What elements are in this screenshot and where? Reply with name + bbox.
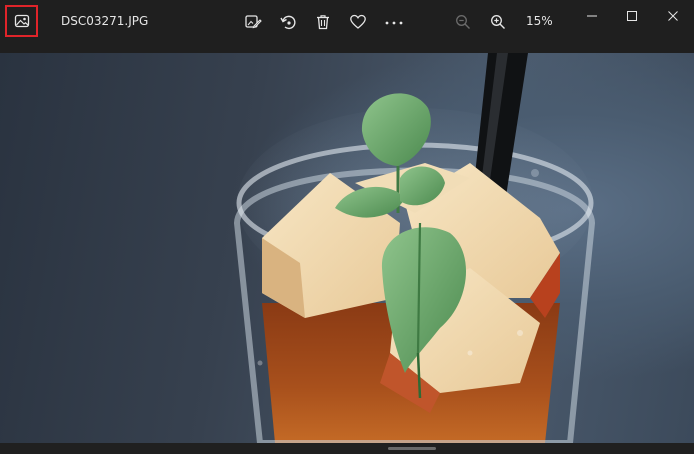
- maximize-icon: [627, 11, 637, 21]
- edit-image-icon: [245, 15, 262, 29]
- horizontal-scroll-thumb[interactable]: [388, 447, 436, 450]
- favorite-button[interactable]: [344, 8, 372, 36]
- more-options-button[interactable]: [380, 8, 408, 36]
- file-name: DSC03271.JPG: [61, 14, 149, 28]
- delete-button[interactable]: [309, 8, 337, 36]
- close-icon: [668, 11, 678, 21]
- minimize-icon: [587, 15, 597, 17]
- edit-image-button[interactable]: [239, 8, 267, 36]
- title-bar: DSC03271.JPG 15%: [0, 0, 694, 44]
- rotate-icon: [280, 15, 296, 30]
- photos-app-button[interactable]: [5, 5, 38, 37]
- zoom-in-button[interactable]: [484, 8, 512, 36]
- favorite-heart-icon: [350, 14, 366, 29]
- rotate-button[interactable]: [274, 8, 302, 36]
- photo-canvas[interactable]: [0, 53, 694, 443]
- more-options-icon: [385, 21, 403, 25]
- photos-app-icon: [14, 14, 29, 28]
- bottom-bar: [0, 443, 694, 454]
- zoom-out-button[interactable]: [449, 8, 477, 36]
- zoom-level[interactable]: 15%: [526, 14, 553, 28]
- delete-icon: [317, 15, 329, 30]
- zoom-out-icon: [456, 15, 470, 29]
- minimize-button[interactable]: [573, 0, 611, 32]
- zoom-in-icon: [491, 15, 505, 29]
- photo: [233, 53, 596, 443]
- close-button[interactable]: [654, 0, 692, 32]
- maximize-button[interactable]: [613, 0, 651, 32]
